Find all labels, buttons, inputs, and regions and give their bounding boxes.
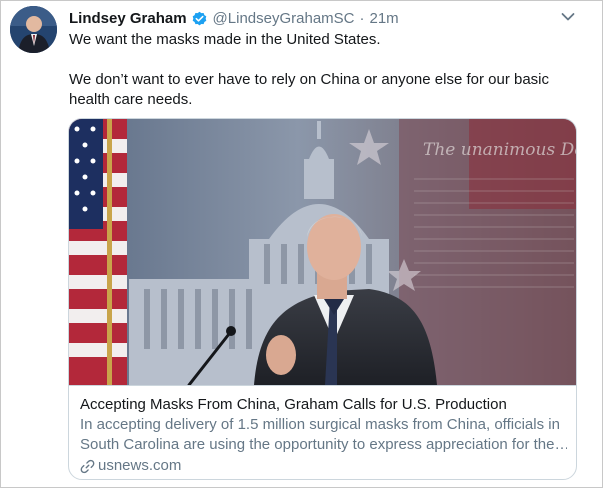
card-image[interactable]: The unanimous Decl bbox=[69, 119, 577, 385]
link-card[interactable]: The unanimous Decl bbox=[68, 118, 577, 480]
verified-badge-icon bbox=[191, 10, 208, 27]
card-domain-text: usnews.com bbox=[98, 457, 182, 474]
author-name[interactable]: Lindsey Graham bbox=[69, 10, 187, 27]
card-image-caption: The unanimous Decl bbox=[423, 140, 577, 160]
separator-dot: · bbox=[359, 9, 365, 27]
card-text-area[interactable]: Accepting Masks From China, Graham Calls… bbox=[69, 385, 576, 479]
card-description-line: South Carolina are using the opportunity… bbox=[80, 436, 567, 453]
tweet-container[interactable]: Lindsey Graham @LindseyGrahamSC · 21m We… bbox=[0, 0, 603, 488]
tweet-header: Lindsey Graham @LindseyGrahamSC · 21m bbox=[69, 8, 399, 28]
tweet-text-line: We want the masks made in the United Sta… bbox=[69, 31, 381, 48]
card-description: In accepting delivery of 1.5 million sur… bbox=[80, 415, 567, 455]
chevron-down-icon[interactable] bbox=[561, 9, 575, 21]
timestamp[interactable]: 21m bbox=[370, 10, 399, 27]
tweet-text: We want the masks made in the United Sta… bbox=[69, 30, 581, 110]
link-icon bbox=[80, 459, 95, 474]
tweet-text-line: We don’t want to ever have to rely on Ch… bbox=[69, 71, 549, 108]
card-domain[interactable]: usnews.com bbox=[80, 456, 567, 476]
card-title[interactable]: Accepting Masks From China, Graham Calls… bbox=[80, 395, 567, 415]
author-handle[interactable]: @LindseyGrahamSC bbox=[213, 10, 355, 27]
card-description-line: In accepting delivery of 1.5 million sur… bbox=[80, 416, 560, 433]
avatar[interactable] bbox=[10, 6, 57, 53]
